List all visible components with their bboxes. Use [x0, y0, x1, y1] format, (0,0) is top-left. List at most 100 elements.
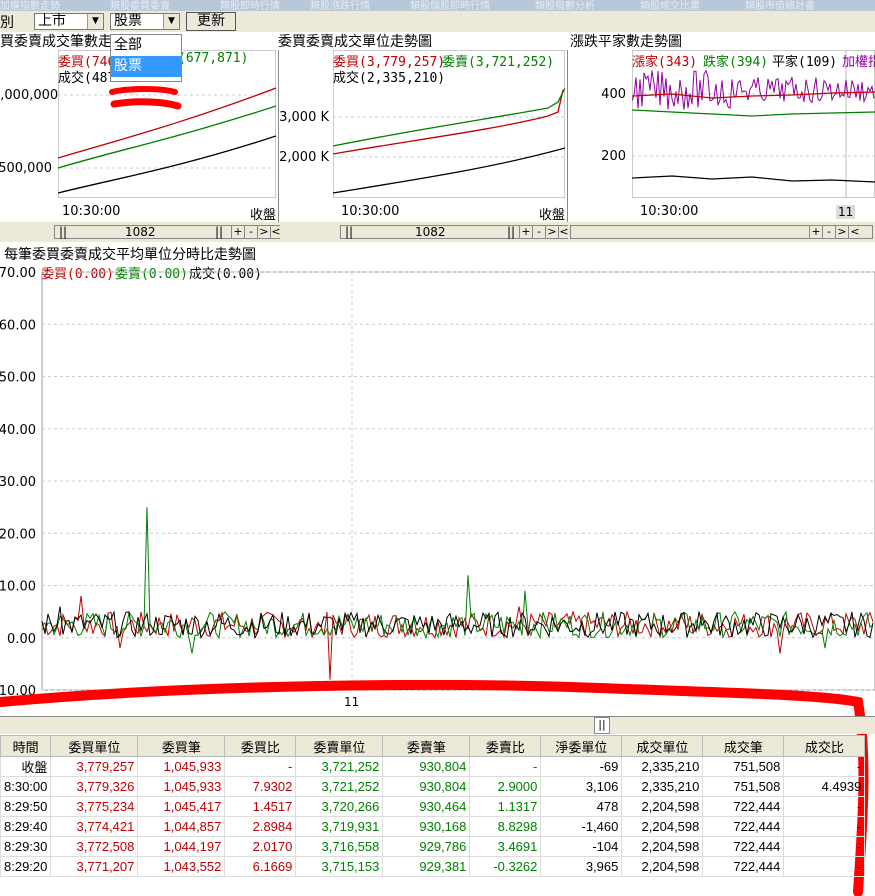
table-cell: -: [783, 856, 866, 877]
table-row[interactable]: 8:29:30 3,772,508 1,044,197 2.0170 3,716,558…: [0, 836, 866, 857]
table-cell: 751,508: [702, 776, 785, 797]
dropdown-option-all[interactable]: 全部: [111, 35, 181, 56]
table-row[interactable]: 8:30:00 3,779,326 1,045,933 7.9302 3,721,252…: [0, 776, 866, 797]
left-time-label: 10:30:00: [62, 204, 121, 219]
zoom-in-button[interactable]: +: [809, 226, 822, 238]
table-cell: -: [783, 796, 866, 817]
table-cell: 1.1317: [469, 796, 542, 817]
mid-scroll-value: 1082: [415, 225, 446, 239]
main-scrollbar[interactable]: ||: [0, 716, 875, 734]
scroll-left-button[interactable]: <: [558, 226, 569, 238]
nav-tab[interactable]: 類股市值總計畫: [745, 0, 815, 11]
column-header[interactable]: 成交比: [783, 735, 866, 757]
column-header[interactable]: 委買筆: [137, 735, 226, 757]
table-cell: 1,045,417: [137, 796, 226, 817]
scroll-left-button[interactable]: <: [848, 226, 861, 238]
column-header[interactable]: 委賣比: [469, 735, 542, 757]
mid-legend-sell: 委賣(3,721,252): [442, 55, 555, 70]
nav-tab[interactable]: 類股即時行情: [220, 0, 280, 11]
column-header[interactable]: 成交單位: [621, 735, 704, 757]
table-row[interactable]: 8:29:50 3,775,234 1,045,417 1.4517 3,720,266…: [0, 796, 866, 817]
table-cell: 6.1669: [224, 856, 297, 877]
table-cell: 3,721,252: [295, 776, 384, 797]
table-cell: 3,775,234: [50, 796, 139, 817]
table-cell: 3,106: [540, 776, 623, 797]
table-cell: 3,716,558: [295, 836, 384, 857]
table-cell: 8:29:20: [0, 856, 52, 877]
table-cell: 2,204,598: [621, 836, 704, 857]
mid-close-label: 收盤: [539, 204, 566, 223]
nav-tab[interactable]: 類股委買委賣: [110, 0, 170, 11]
zoom-out-button[interactable]: -: [244, 226, 257, 238]
table-cell: 收盤: [0, 756, 52, 777]
column-header[interactable]: 淨委單位: [540, 735, 623, 757]
right-y-tick: 400: [601, 87, 626, 102]
market-value: 上市: [38, 13, 66, 29]
column-header[interactable]: 委賣筆: [382, 735, 471, 757]
table-cell: 2,204,598: [621, 816, 704, 837]
dropdown-option-stock[interactable]: 股票: [111, 56, 181, 77]
table-row[interactable]: 收盤 3,779,257 1,045,933-3,721,252 930,804- -6…: [0, 756, 866, 777]
table-cell: 3,719,931: [295, 816, 384, 837]
column-header[interactable]: 委買單位: [50, 735, 139, 757]
refresh-button[interactable]: 更新: [186, 12, 236, 31]
table-cell: 8.8298: [469, 816, 542, 837]
type-value: 股票: [114, 13, 142, 29]
table-cell: 8:29:40: [0, 816, 52, 837]
table-cell: 929,786: [382, 836, 471, 857]
table-cell: 1.4517: [224, 796, 297, 817]
market-select[interactable]: 上市 ▼: [34, 13, 104, 30]
mid-scrollbar[interactable]: || 1082 || + - > <: [340, 225, 569, 239]
table-cell: 722,444: [702, 816, 785, 837]
y-tick-label: 60.00: [0, 318, 36, 333]
column-header[interactable]: 時間: [0, 735, 52, 757]
nav-tab[interactable]: 類股指數分析: [535, 0, 595, 11]
table-cell: -: [783, 836, 866, 857]
type-select[interactable]: 股票 ▼: [110, 13, 180, 30]
table-cell: 3,772,508: [50, 836, 139, 857]
panel-right: 漲家(343) 跌家(394) 平家(109) 加權指 400 200 10:3…: [568, 50, 875, 222]
scroll-thumb[interactable]: ||: [594, 717, 610, 734]
y-tick-label: 0.00: [7, 632, 36, 647]
table-cell: 929,381: [382, 856, 471, 877]
table-row[interactable]: 8:29:40 3,774,421 1,044,857 2.8984 3,719,931…: [0, 816, 866, 837]
table-cell: 2,335,210: [621, 756, 704, 777]
right-time-label: 10:30:00: [640, 204, 699, 219]
zoom-out-button[interactable]: -: [532, 226, 545, 238]
table-row[interactable]: 8:29:20 3,771,207 1,043,552 6.1669 3,715,153…: [0, 856, 866, 877]
zoom-out-button[interactable]: -: [822, 226, 835, 238]
scroll-right-button[interactable]: >: [257, 226, 270, 238]
nav-tab[interactable]: 類股漲跌行情: [310, 0, 370, 11]
right-legend-up: 漲家(343): [632, 55, 698, 70]
zoom-in-button[interactable]: +: [231, 226, 244, 238]
scroll-right-button[interactable]: >: [835, 226, 848, 238]
nav-tab[interactable]: 類股成交比重: [640, 0, 700, 11]
y-tick-label: 40.00: [0, 423, 36, 438]
left-scrollbar[interactable]: || 1082 || + - > <: [54, 225, 281, 239]
chevron-down-icon[interactable]: ▼: [87, 14, 103, 29]
left-y-tick: 500,000: [0, 161, 52, 176]
table-cell: -: [783, 816, 866, 837]
chevron-down-icon[interactable]: ▼: [163, 14, 179, 29]
table-cell: 930,464: [382, 796, 471, 817]
nav-tab[interactable]: 加權指數走勢: [0, 0, 60, 11]
nav-tab[interactable]: 類股個股即時行情: [410, 0, 490, 11]
left-legend-sell: (677,871): [178, 51, 249, 66]
table-cell: 1,045,933: [137, 756, 226, 777]
right-scrollbar[interactable]: + - > <: [570, 225, 873, 239]
zoom-in-button[interactable]: +: [519, 226, 532, 238]
main-chart-area: 委買(0.00) 委賣(0.00) 成交(0.00) 70.00 60.00 50.…: [0, 262, 875, 712]
scroll-left-button[interactable]: <: [270, 226, 281, 238]
column-header[interactable]: 委買比: [224, 735, 297, 757]
right-legend-index: 加權指: [842, 55, 875, 70]
column-header[interactable]: 成交筆: [702, 735, 785, 757]
table-cell: 2,204,598: [621, 856, 704, 877]
mid-y-tick: 2,000 K: [279, 150, 329, 165]
annotation-scribble: [109, 86, 182, 110]
data-table: 時間 委買單位 委買筆 委買比 委賣單位 委賣筆 委賣比 淨委單位 成交單位 成交筆 成交比 收盤 3…: [0, 735, 866, 877]
column-header[interactable]: 委賣單位: [295, 735, 384, 757]
table-cell: 2,335,210: [621, 776, 704, 797]
scroll-right-button[interactable]: >: [545, 226, 558, 238]
category-label: 類別: [0, 15, 14, 31]
table-cell: 930,168: [382, 816, 471, 837]
